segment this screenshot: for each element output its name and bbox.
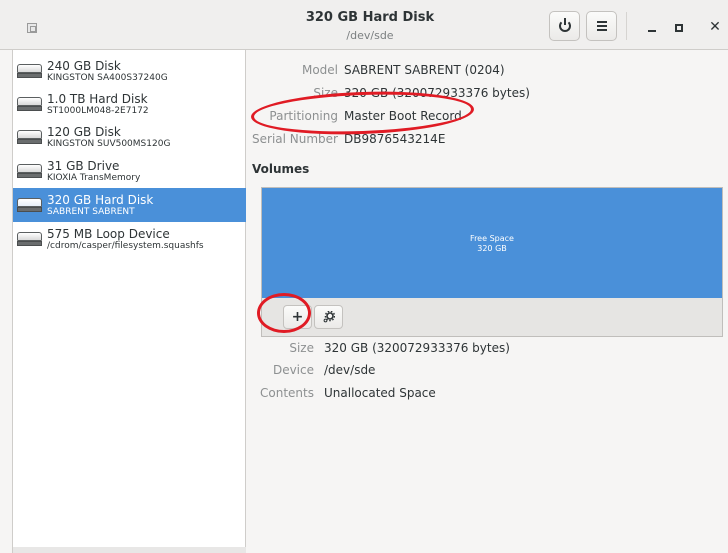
add-button-annotation-circle [257, 293, 311, 333]
drive-model: SABRENT SABRENT [47, 207, 135, 217]
volume-map: Free Space 320 GB + [261, 187, 723, 337]
model-row: Model [246, 63, 338, 81]
drive-item[interactable]: 120 GB Disk KINGSTON SUV500MS120G [13, 120, 246, 154]
free-space-segment[interactable]: Free Space 320 GB [262, 188, 722, 298]
hamburger-menu-icon [597, 21, 607, 31]
hard-drive-icon [17, 164, 42, 179]
drive-name: 120 GB Disk [47, 125, 121, 139]
drive-item[interactable]: 31 GB Drive KIOXIA TransMemory [13, 154, 246, 188]
window-title: 320 GB Hard Disk [305, 10, 435, 25]
sidebar-footer [13, 547, 246, 553]
header-separator [626, 12, 627, 40]
drive-name: 240 GB Disk [47, 59, 121, 73]
drive-name: 31 GB Drive [47, 159, 120, 173]
drive-model: KINGSTON SUV500MS120G [47, 139, 171, 149]
vol-device-label: Device [272, 363, 314, 377]
model-label: Model [301, 63, 338, 77]
window-subtitle: /dev/sde [346, 29, 394, 42]
vol-contents-value: Unallocated Space [324, 386, 436, 400]
maximize-icon[interactable] [675, 24, 683, 32]
drive-name: 320 GB Hard Disk [47, 193, 154, 207]
partition-options-button[interactable] [314, 305, 343, 329]
drive-model: KINGSTON SA400S37240G [47, 73, 168, 83]
drive-item-selected[interactable]: 320 GB Hard Disk SABRENT SABRENT [13, 188, 246, 222]
drive-name: 1.0 TB Hard Disk [47, 92, 148, 106]
drive-menu-button[interactable] [586, 11, 617, 41]
vol-device-value: /dev/sde [324, 363, 376, 377]
drive-item[interactable]: 1.0 TB Hard Disk ST1000LM048-2E7172 [13, 87, 246, 121]
serial-row: Serial Number [246, 132, 338, 150]
minimize-icon[interactable] [648, 30, 656, 32]
vol-contents-label: Contents [260, 386, 314, 400]
disks-app-icon [27, 23, 37, 33]
hard-drive-icon [17, 232, 42, 247]
model-value: SABRENT SABRENT (0204) [344, 63, 505, 77]
drive-model: ST1000LM048-2E7172 [47, 106, 149, 116]
hard-drive-icon [17, 198, 42, 213]
segment-name: Free Space [470, 234, 514, 243]
close-icon[interactable]: ✕ [708, 20, 722, 34]
drive-model: KIOXIA TransMemory [47, 173, 141, 183]
hard-drive-icon [17, 64, 42, 79]
drive-model: /cdrom/casper/filesystem.squashfs [47, 241, 204, 251]
drive-item[interactable]: 575 MB Loop Device /cdrom/casper/filesys… [13, 222, 246, 256]
hard-drive-icon [17, 130, 42, 145]
drive-item[interactable]: 240 GB Disk KINGSTON SA400S37240G [13, 54, 246, 88]
hard-drive-icon [17, 97, 42, 112]
vol-size-label: Size [289, 341, 314, 355]
vol-contents-row: Contents [246, 386, 314, 404]
vol-size-row: Size [246, 341, 314, 359]
segment-size: 320 GB [477, 244, 507, 253]
header-bar: 320 GB Hard Disk /dev/sde ✕ [0, 0, 728, 50]
volumes-heading: Volumes [252, 162, 310, 176]
vol-device-row: Device [246, 363, 314, 381]
disks-window: 320 GB Hard Disk /dev/sde ✕ 240 GB Disk … [0, 0, 728, 553]
power-icon [559, 18, 571, 32]
power-off-button[interactable] [549, 11, 580, 41]
drive-list-sidebar: 240 GB Disk KINGSTON SA400S37240G 1.0 TB… [12, 50, 246, 553]
vol-size-value: 320 GB (320072933376 bytes) [324, 341, 510, 355]
gear-icon [323, 311, 335, 323]
drive-name: 575 MB Loop Device [47, 227, 170, 241]
